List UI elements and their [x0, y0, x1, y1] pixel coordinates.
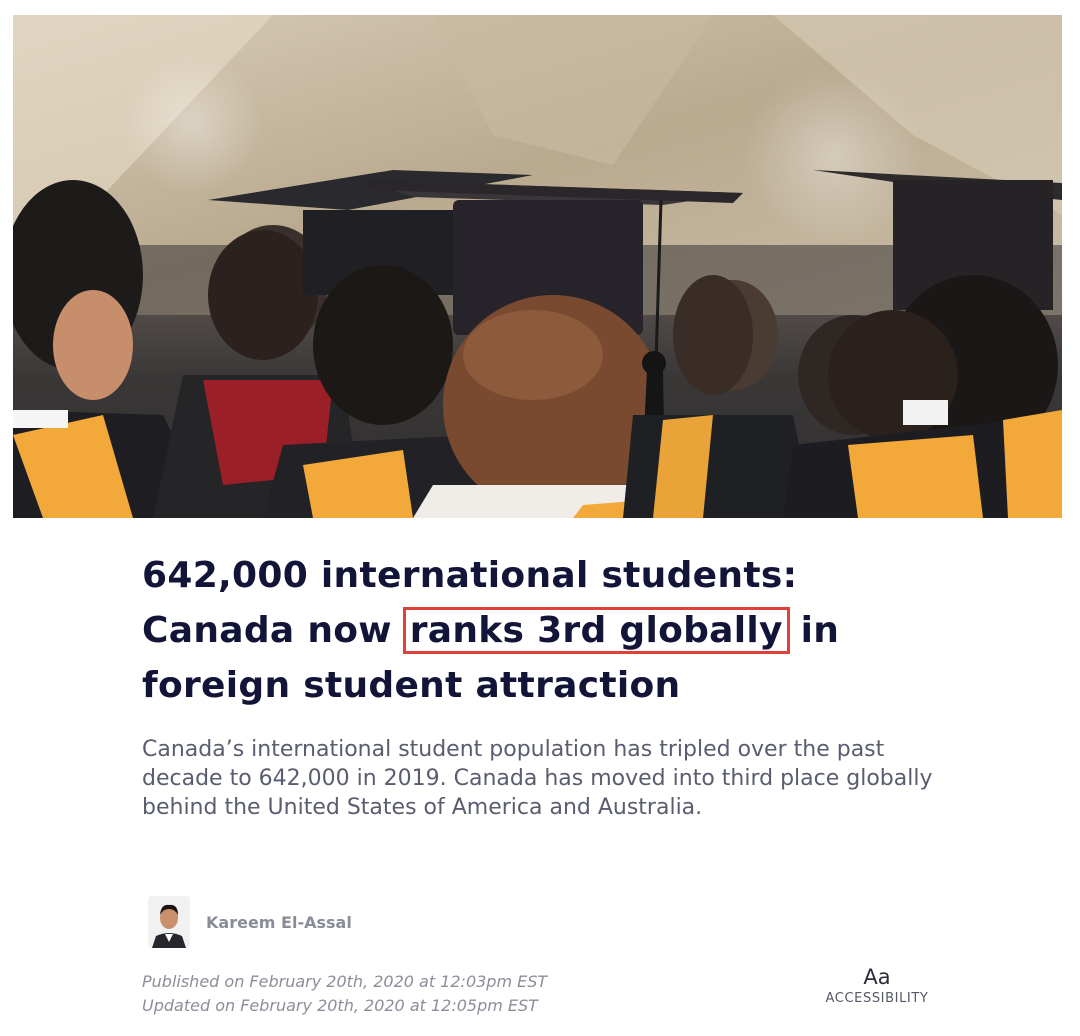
updated-date: Updated on February 20th, 2020 at 12:05p…	[142, 996, 538, 1015]
article-standfirst: Canada’s international student populatio…	[142, 737, 933, 820]
published-date: Published on February 20th, 2020 at 12:0…	[142, 972, 548, 991]
hero-image	[13, 15, 1062, 518]
article-headline: 642,000 international students: Canada n…	[142, 548, 942, 713]
headline-highlight: ranks 3rd globally	[402, 607, 790, 654]
accessibility-button[interactable]: Aa ACCESSIBILITY	[812, 964, 942, 1008]
byline[interactable]: Kareem El-Assal	[148, 896, 352, 948]
article-header: 642,000 international students: Canada n…	[142, 548, 942, 822]
article-dates: Published on February 20th, 2020 at 12:0…	[142, 970, 547, 1018]
accessibility-label: ACCESSIBILITY	[825, 991, 929, 1006]
author-name[interactable]: Kareem El-Assal	[206, 913, 352, 932]
text-size-icon: Aa	[863, 965, 891, 989]
author-avatar[interactable]	[148, 896, 190, 948]
